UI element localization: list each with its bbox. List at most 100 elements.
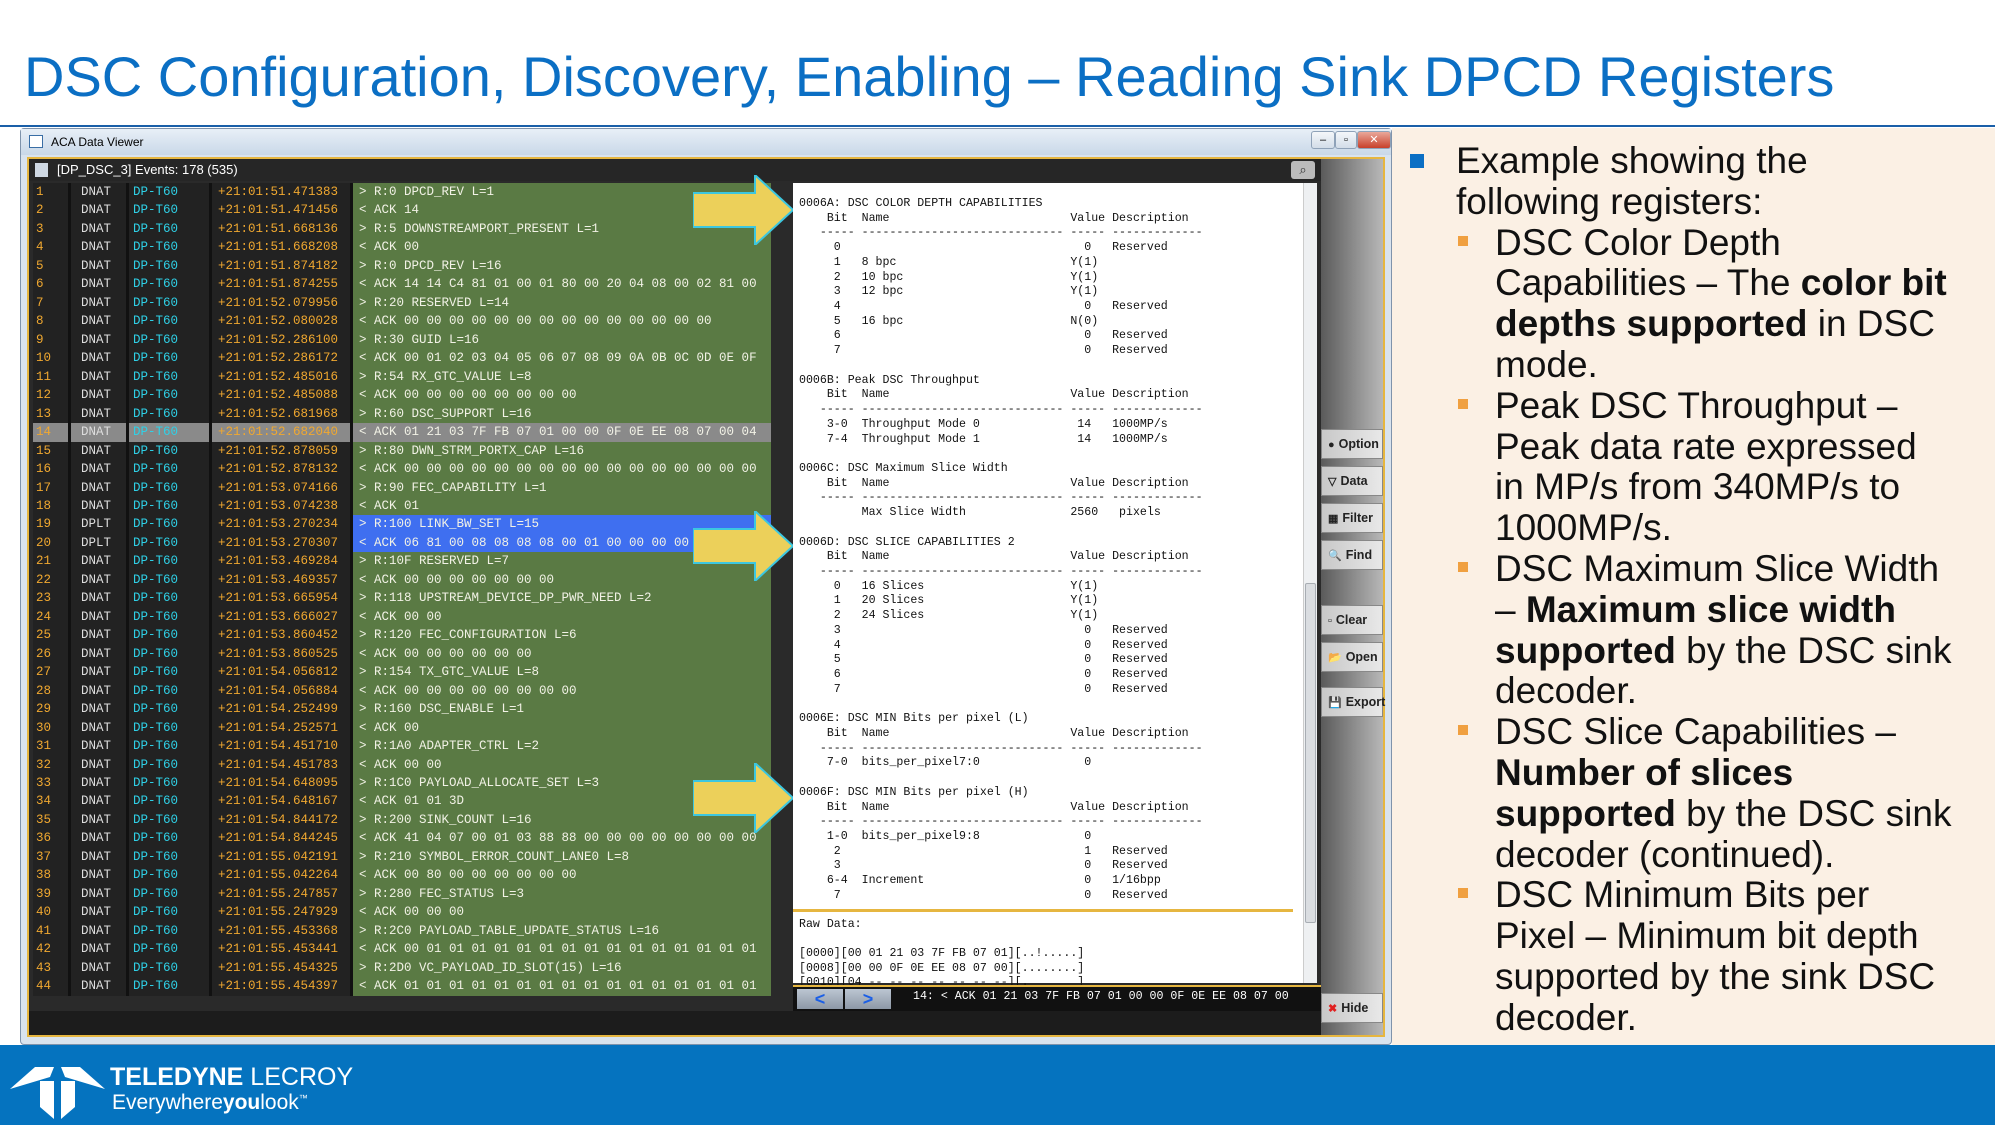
event-data: > R:20 RESERVED L=14 [353, 293, 771, 313]
open-button[interactable]: 📂 Open [1321, 642, 1383, 672]
table-row[interactable]: 18 DNAT DP-T60 +21:01:53.074238 < ACK 01 [33, 496, 771, 516]
detail-scrollbar[interactable] [1303, 183, 1317, 983]
filter-button[interactable]: ▦ Filter [1321, 503, 1383, 533]
device: DP-T60 [129, 441, 212, 461]
data-button[interactable]: ▽ Data [1321, 466, 1383, 496]
bullet-line: Example showing the [1456, 140, 1808, 181]
bullet-line: Pixel – Minimum bit depth [1495, 915, 1919, 956]
event-type: DNAT [71, 644, 129, 664]
event-type: DNAT [71, 293, 129, 313]
table-row[interactable]: 10 DNAT DP-T60 +21:01:52.286172 < ACK 00 01 … [33, 349, 771, 368]
table-row[interactable]: 33 DNAT DP-T60 +21:01:54.648095 > R:1C0 PAYL… [33, 774, 771, 793]
table-row[interactable]: 14 DNAT DP-T60 +21:01:52.682040 < ACK 01 21 … [33, 423, 771, 442]
event-number: 2 [33, 201, 71, 220]
table-row[interactable]: 22 DNAT DP-T60 +21:01:53.469357 < ACK 00 00 … [33, 570, 771, 590]
export-button[interactable]: 💾 Export [1321, 687, 1385, 717]
table-row[interactable]: 8 DNAT DP-T60 +21:01:52.080028 < ACK 00 00 0… [33, 312, 771, 331]
trace-icon [35, 163, 48, 177]
table-row[interactable]: 4 DNAT DP-T60 +21:01:51.668208 < ACK 00 [33, 238, 771, 257]
timestamp: +21:01:54.451783 [212, 755, 353, 774]
event-data: > R:210 SYMBOL_ERROR_COUNT_LANE0 L=8 [353, 847, 771, 867]
timestamp: +21:01:51.471383 [212, 183, 353, 202]
option-button[interactable]: ● Option [1321, 429, 1383, 459]
table-row[interactable]: 1 DNAT DP-T60 +21:01:51.471383 > R:0 DPCD_RE… [33, 183, 771, 202]
timestamp: +21:01:54.056812 [212, 663, 353, 682]
table-row[interactable]: 24 DNAT DP-T60 +21:01:53.666027 < ACK 00 00 [33, 607, 771, 627]
table-row[interactable]: 37 DNAT DP-T60 +21:01:55.042191 > R:210 SYMB… [33, 847, 771, 867]
table-row[interactable]: 23 DNAT DP-T60 +21:01:53.665954 > R:118 UPST… [33, 589, 771, 608]
table-row[interactable]: 16 DNAT DP-T60 +21:01:52.878132 < ACK 00 00 … [33, 460, 771, 479]
event-type: DNAT [71, 460, 129, 479]
event-type: DNAT [71, 183, 129, 202]
table-row[interactable]: 12 DNAT DP-T60 +21:01:52.485088 < ACK 00 00 … [33, 386, 771, 405]
scrollbar-thumb[interactable] [1305, 583, 1316, 923]
table-row[interactable]: 2 DNAT DP-T60 +21:01:51.471456 < ACK 14 [33, 201, 771, 220]
device: DP-T60 [129, 774, 212, 793]
table-row[interactable]: 3 DNAT DP-T60 +21:01:51.668136 > R:5 DOWNSTR… [33, 219, 771, 239]
table-row[interactable]: 9 DNAT DP-T60 +21:01:52.286100 > R:30 GUID L… [33, 330, 771, 350]
table-row[interactable]: 44 DNAT DP-T60 +21:01:55.454397 < ACK 01 01 … [33, 977, 771, 996]
close-button[interactable]: ✕ [1357, 131, 1391, 149]
brand-name: TELEDYNE LECROY [110, 1063, 353, 1092]
detail-line: 3 0 Reserved [799, 859, 1168, 873]
table-row[interactable]: 29 DNAT DP-T60 +21:01:54.252499 > R:160 DSC_… [33, 700, 771, 719]
table-row[interactable]: 19 DPLT DP-T60 +21:01:53.270234 > R:100 LINK… [33, 515, 771, 534]
arrow-pointer-1 [693, 175, 793, 245]
device: DP-T60 [129, 496, 212, 516]
table-row[interactable]: 39 DNAT DP-T60 +21:01:55.247857 > R:280 FEC_… [33, 884, 771, 904]
detail-line: Bit Name Value Description [799, 800, 1189, 814]
timestamp: +21:01:55.042264 [212, 866, 353, 885]
minimize-button[interactable]: – [1311, 131, 1335, 149]
timestamp: +21:01:51.874255 [212, 275, 353, 294]
table-row[interactable]: 36 DNAT DP-T60 +21:01:54.844245 < ACK 41 04 … [33, 829, 771, 848]
event-number: 23 [33, 589, 71, 608]
detail-line: 6-4 Increment 0 1/16bpp [799, 874, 1161, 888]
table-row[interactable]: 35 DNAT DP-T60 +21:01:54.844172 > R:200 SINK… [33, 810, 771, 830]
table-row[interactable]: 38 DNAT DP-T60 +21:01:55.042264 < ACK 00 80 … [33, 866, 771, 885]
table-row[interactable]: 21 DNAT DP-T60 +21:01:53.469284 > R:10F RESE… [33, 552, 771, 571]
event-data: < ACK 00 00 00 00 00 00 00 00 00 00 00 0… [353, 312, 771, 331]
table-row[interactable]: 25 DNAT DP-T60 +21:01:53.860452 > R:120 FEC_… [33, 626, 771, 645]
event-data: < ACK 01 21 03 7F FB 07 01 00 00 0F 0E E… [353, 423, 771, 442]
maximize-button[interactable]: ▫ [1335, 131, 1357, 149]
device: DP-T60 [129, 349, 212, 368]
hide-button[interactable]: ✖ Hide [1321, 993, 1383, 1023]
arrow-pointer-3 [693, 763, 793, 833]
bold-text: Number of slices [1495, 752, 1794, 793]
search-icon[interactable]: ⌕ [1291, 161, 1315, 179]
detail-line: 1 20 Slices Y(1) [799, 594, 1099, 608]
table-row[interactable]: 20 DPLT DP-T60 +21:01:53.270307 < ACK 06 81 … [33, 533, 771, 553]
event-type: DNAT [71, 256, 129, 276]
table-row[interactable]: 17 DNAT DP-T60 +21:01:53.074166 > R:90 FEC_C… [33, 478, 771, 497]
table-row[interactable]: 13 DNAT DP-T60 +21:01:52.681968 > R:60 DSC_S… [33, 404, 771, 424]
table-row[interactable]: 43 DNAT DP-T60 +21:01:55.454325 > R:2D0 VC_P… [33, 958, 771, 978]
table-row[interactable]: 5 DNAT DP-T60 +21:01:51.874182 > R:0 DPCD_RE… [33, 256, 771, 276]
text: DSC Color Depth [1495, 221, 1781, 263]
event-number: 18 [33, 496, 71, 516]
table-row[interactable]: 42 DNAT DP-T60 +21:01:55.453441 < ACK 00 01 … [33, 940, 771, 959]
table-row[interactable]: 6 DNAT DP-T60 +21:01:51.874255 < ACK 14 14 C… [33, 275, 771, 294]
clear-button[interactable]: ▫ Clear [1321, 605, 1383, 635]
table-row[interactable]: 11 DNAT DP-T60 +21:01:52.485016 > R:54 RX_GT… [33, 367, 771, 387]
table-row[interactable]: 15 DNAT DP-T60 +21:01:52.878059 > R:80 DWN_S… [33, 441, 771, 461]
find-button[interactable]: 🔍 Find [1321, 540, 1383, 570]
table-row[interactable]: 32 DNAT DP-T60 +21:01:54.451783 < ACK 00 00 [33, 755, 771, 774]
table-row[interactable]: 41 DNAT DP-T60 +21:01:55.453368 > R:2C0 PAYL… [33, 921, 771, 941]
timestamp: +21:01:52.878059 [212, 441, 353, 461]
timestamp: +21:01:53.860452 [212, 626, 353, 645]
table-row[interactable]: 26 DNAT DP-T60 +21:01:53.860525 < ACK 00 00 … [33, 644, 771, 664]
bullet-line: Peak data rate expressed [1495, 426, 1917, 467]
timestamp: +21:01:53.074238 [212, 496, 353, 516]
device: DP-T60 [129, 293, 212, 313]
previous-event-button[interactable]: < [797, 989, 843, 1009]
table-row[interactable]: 30 DNAT DP-T60 +21:01:54.252571 < ACK 00 [33, 718, 771, 738]
table-row[interactable]: 7 DNAT DP-T60 +21:01:52.079956 > R:20 RESERV… [33, 293, 771, 313]
event-number: 17 [33, 478, 71, 497]
status-strip [29, 1011, 1321, 1035]
table-row[interactable]: 34 DNAT DP-T60 +21:01:54.648167 < ACK 01 01 … [33, 792, 771, 811]
next-event-button[interactable]: > [845, 989, 891, 1009]
table-row[interactable]: 28 DNAT DP-T60 +21:01:54.056884 < ACK 00 00 … [33, 681, 771, 701]
table-row[interactable]: 40 DNAT DP-T60 +21:01:55.247929 < ACK 00 00 … [33, 903, 771, 922]
table-row[interactable]: 27 DNAT DP-T60 +21:01:54.056812 > R:154 TX_G… [33, 663, 771, 682]
table-row[interactable]: 31 DNAT DP-T60 +21:01:54.451710 > R:1A0 ADAP… [33, 737, 771, 756]
